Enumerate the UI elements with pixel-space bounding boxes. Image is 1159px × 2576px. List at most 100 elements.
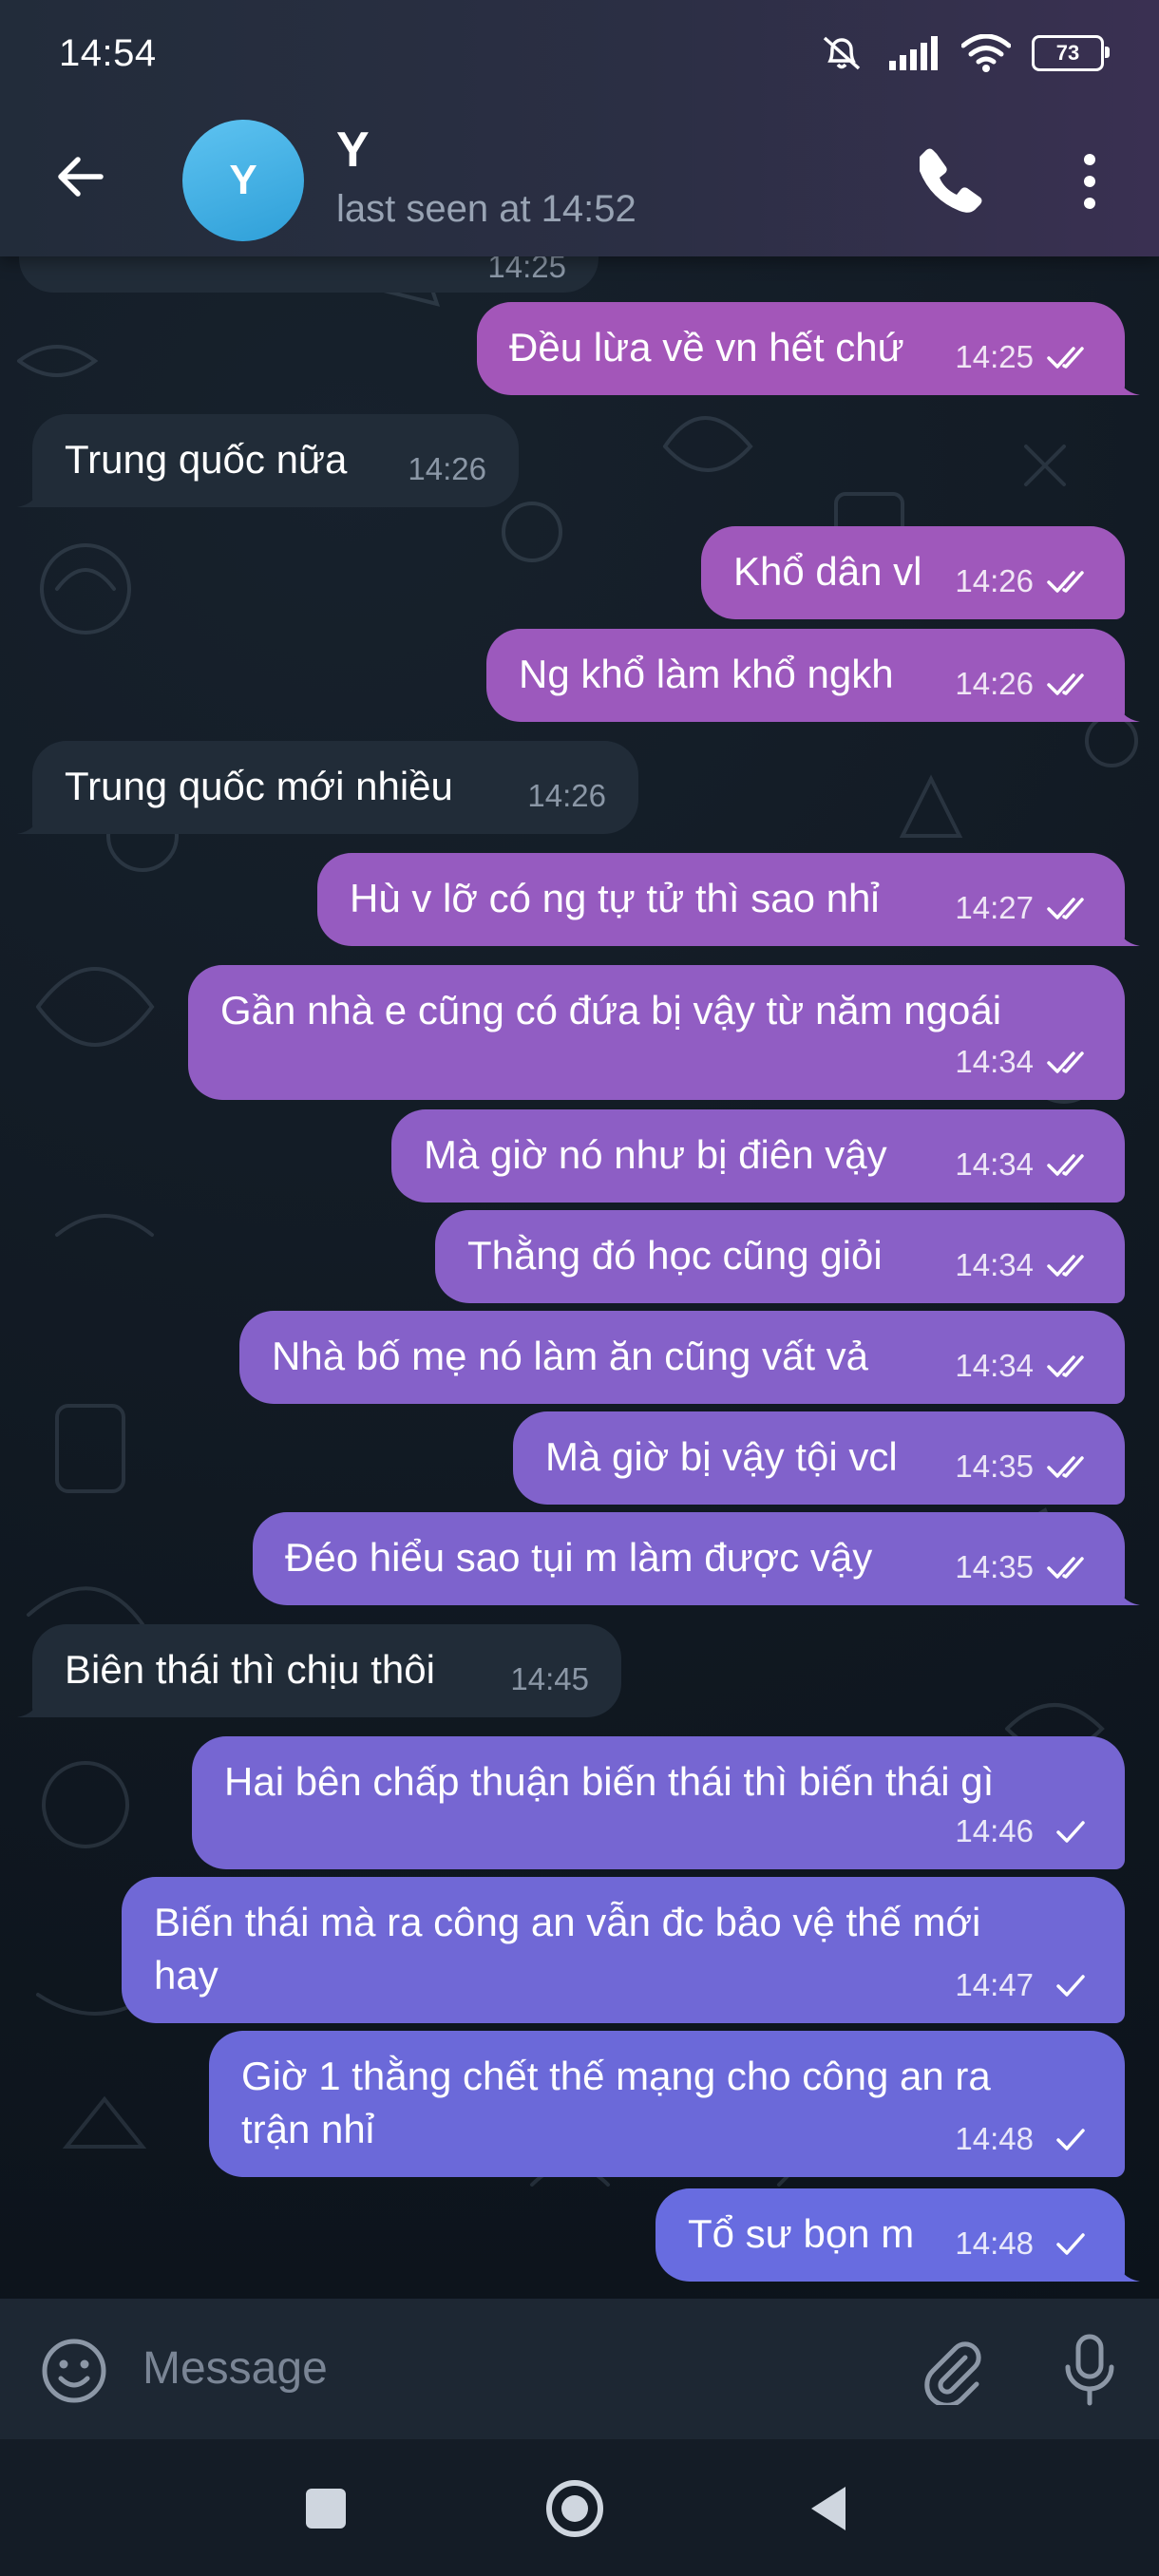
message-text: Mà giờ nó như bị điên vậy [424,1132,887,1177]
message-meta: 14:34 [955,1138,1092,1191]
message-meta: 14:46 [955,1805,1092,1858]
battery-level: 73 [1055,41,1080,65]
message-text: Hai bên chấp thuận biến thái thì biến th… [224,1759,995,1804]
contact-name[interactable]: Y [336,122,370,179]
message-meta: 14:26 [955,555,1092,608]
double-check-icon [1047,898,1084,919]
message-time: 14:35 [955,1449,1034,1484]
message-text: Mà giờ bị vậy tội vcl [545,1434,898,1479]
outgoing-message[interactable]: Biến thái mà ra công an vẫn đc bảo vệ th… [122,1877,1125,2023]
more-options-icon[interactable] [1068,150,1112,213]
double-check-icon [1047,347,1084,369]
message-time: 14:48 [955,2121,1034,2156]
message-meta: 14:34 [955,1239,1092,1292]
message-time: 14:26 [955,563,1034,598]
message-meta: 14:35 [955,1541,1092,1594]
message-time: 14:48 [955,2226,1034,2261]
wifi-icon [961,34,1011,72]
emoji-icon[interactable] [40,2337,108,2405]
double-check-icon [1047,1255,1084,1277]
message-input[interactable]: Message [142,2342,884,2399]
message-meta: 14:47 [955,1959,1092,2012]
message-time: 14:26 [408,451,486,486]
double-check-icon [1047,673,1084,695]
last-seen-status: last seen at 14:52 [336,188,636,230]
check-icon [1056,2233,1085,2255]
check-icon [1056,2129,1085,2150]
bubble-tail [17,1693,42,1717]
battery-icon: 73 [1032,35,1110,71]
message-meta: 14:34 [955,1339,1092,1392]
message-time: 14:34 [955,1146,1034,1182]
message-text: Biên thái thì chịu thôi [65,1647,435,1692]
recents-square-icon[interactable] [294,2477,357,2540]
outgoing-message[interactable]: Gần nhà e cũng có đứa bị vậy từ năm ngoá… [188,965,1125,1100]
message-meta: 14:34 [955,1035,1092,1089]
outgoing-message[interactable]: Nhà bố mẹ nó làm ăn cũng vất vả 14:34 [239,1311,1125,1404]
message-composer: Message [0,2299,1159,2439]
system-navigation-bar [0,2439,1159,2576]
message-meta: 14:27 [955,881,1092,935]
bubble-tail [1115,921,1140,946]
chat-header: 14:54 73 Y Y last seen at 14:52 [0,0,1159,256]
bubble-tail [1115,697,1140,722]
message-time: 14:26 [955,666,1034,701]
outgoing-message[interactable]: Khổ dân vl 14:26 [701,526,1125,619]
message-time: 14:45 [510,1661,589,1696]
outgoing-message[interactable]: Mà giờ nó như bị điên vậy 14:34 [391,1109,1125,1203]
message-text: Tổ sư bọn m [688,2211,915,2256]
message-time: 14:34 [955,1044,1034,1079]
outgoing-message[interactable]: Hai bên chấp thuận biến thái thì biến th… [192,1736,1125,1869]
double-check-icon [1047,1557,1084,1579]
outgoing-message[interactable]: Ng khổ làm khổ ngkh 14:26 [486,629,1140,722]
message-list: 14:25 Đều lừa về vn hết chứ 14:25 Trung … [0,215,1159,2299]
double-check-icon [1047,1355,1084,1377]
back-arrow-icon[interactable] [51,148,108,205]
incoming-message[interactable]: Trung quốc nữa 14:26 [17,414,519,507]
outgoing-message[interactable]: Đều lừa về vn hết chứ 14:25 [477,302,1140,395]
phone-call-icon[interactable] [920,148,984,213]
message-time: 14:46 [955,1813,1034,1848]
back-triangle-icon[interactable] [798,2477,861,2540]
bubble-tail [1115,1581,1140,1605]
chat-nav: Y Y last seen at 14:52 [0,112,1159,256]
mute-bell-icon [823,36,861,70]
status-icons: 73 [817,32,1110,74]
message-text: Trung quốc nữa [65,437,348,482]
message-text-line-2: hay [154,1953,218,1998]
outgoing-message[interactable]: Đéo hiểu sao tụi m làm được vậy 14:35 [253,1512,1140,1605]
message-text: Biến thái mà ra công an vẫn đc bảo vệ th… [154,1900,981,1944]
message-meta: 14:26 [955,657,1092,710]
message-text: Nhà bố mẹ nó làm ăn cũng vất vả [272,1334,869,1378]
message-time: 14:34 [955,1247,1034,1282]
message-meta: 14:26 [527,769,606,823]
avatar-initial: Y [229,157,257,203]
outgoing-message[interactable]: Thằng đó học cũng giỏi 14:34 [435,1210,1125,1303]
outgoing-message[interactable]: Giờ 1 thằng chết thế mạng cho công an ra… [209,2031,1125,2177]
paperclip-icon[interactable] [918,2337,986,2405]
incoming-message[interactable]: Trung quốc mới nhiều 14:26 [17,741,638,834]
home-circle-icon[interactable] [543,2477,606,2540]
double-check-icon [1047,571,1084,593]
message-meta: 14:48 [955,2112,1092,2166]
message-time: 14:27 [955,890,1034,925]
bubble-tail [1115,370,1140,395]
contact-avatar[interactable]: Y [182,120,304,241]
message-meta: 14:26 [408,443,486,496]
message-text: Gần nhà e cũng có đứa bị vậy từ năm ngoá… [220,988,1002,1032]
outgoing-message[interactable]: Hù v lỡ có ng tự tử thì sao nhỉ 14:27 [317,853,1140,946]
outgoing-message[interactable]: Mà giờ bị vậy tội vcl 14:35 [513,1411,1125,1505]
incoming-message[interactable]: Biên thái thì chịu thôi 14:45 [17,1624,621,1717]
signal-icon [889,36,938,70]
message-text: Thằng đó học cũng giỏi [467,1233,883,1278]
double-check-icon [1047,1154,1084,1176]
outgoing-message[interactable]: Tổ sư bọn m 14:48 [656,2188,1140,2282]
message-time: 14:25 [955,339,1034,374]
message-time: 14:26 [527,778,606,813]
microphone-icon[interactable] [1056,2333,1123,2407]
message-meta: 14:48 [955,2217,1092,2270]
bubble-tail [17,483,42,507]
message-meta: 14:45 [510,1653,589,1706]
status-bar: 14:54 73 [0,0,1159,112]
message-text: Trung quốc mới nhiều [65,764,453,808]
